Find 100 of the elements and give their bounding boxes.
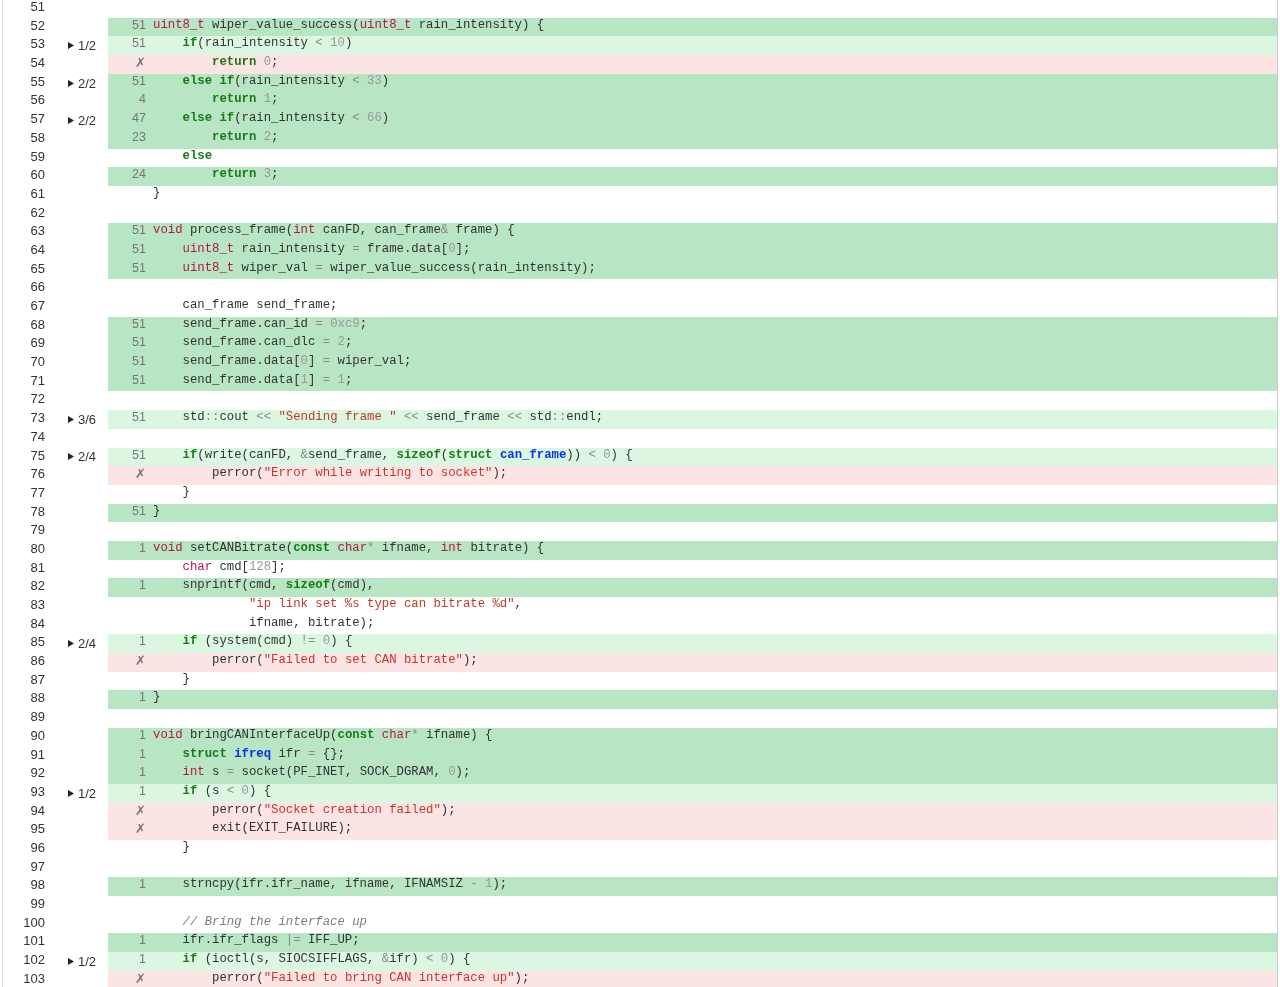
line-number: 84 <box>29 615 45 633</box>
code-line: return 0; <box>211 55 279 72</box>
code-line: else if(rain_intensity < 33) <box>181 73 390 90</box>
line-number: 90 <box>29 727 45 745</box>
code-line: else <box>181 148 213 165</box>
execution-count: 1 <box>138 634 146 651</box>
execution-count: ✗ <box>134 653 146 671</box>
line-number: 83 <box>29 597 45 614</box>
code-line: return 2; <box>211 129 279 146</box>
line-number: 76 <box>29 466 45 484</box>
line-number: 56 <box>29 92 45 110</box>
line-number: 65 <box>29 260 45 278</box>
line-number: 75 <box>29 447 45 465</box>
branch-toggle[interactable]: 2/2 <box>68 75 97 91</box>
code-line: send_frame.data[0] = wiper_val; <box>181 354 412 371</box>
line-number: 94 <box>29 802 45 820</box>
branch-toggle[interactable]: 1/2 <box>68 953 97 969</box>
code-line: void bringCANInterfaceUp(const char* ifname) { <box>153 727 493 744</box>
execution-count: 51 <box>131 223 146 240</box>
caret-icon <box>68 42 74 50</box>
code-line: // Bring the interface up <box>181 914 367 931</box>
code-line: perror("Failed to bring CAN interface up"); <box>211 970 530 987</box>
execution-count: ✗ <box>134 55 146 73</box>
branch-toggle[interactable]: 3/6 <box>68 411 97 427</box>
line-number: 64 <box>29 241 45 259</box>
line-number: 103 <box>22 970 45 987</box>
line-number: 78 <box>29 503 45 521</box>
code-line: if (s < 0) { <box>181 783 272 800</box>
code-line: void process_frame(int canFD, can_frame& frame) { <box>153 223 515 240</box>
line-number: 71 <box>29 372 45 390</box>
code-line: send_frame.data[1] = 1; <box>181 372 353 389</box>
line-number: 57 <box>29 111 45 129</box>
line-number: 81 <box>29 559 45 577</box>
code-line: perror("Socket creation failed"); <box>211 802 456 819</box>
line-number: 68 <box>29 316 45 334</box>
code-line: } <box>153 690 161 707</box>
execution-count: 51 <box>131 335 146 352</box>
line-number: 101 <box>22 933 45 951</box>
caret-icon <box>68 453 74 461</box>
execution-count: ✗ <box>134 466 146 484</box>
execution-count: 1 <box>138 952 146 969</box>
line-number: 95 <box>29 821 45 839</box>
branch-toggle[interactable]: 1/2 <box>68 785 97 801</box>
line-number: 91 <box>29 746 45 764</box>
line-number: 74 <box>29 428 45 446</box>
execution-count: 51 <box>131 241 146 258</box>
line-number: 61 <box>29 185 45 203</box>
branch-toggle[interactable]: 1/2 <box>68 38 97 54</box>
code-line: } <box>181 484 190 501</box>
execution-count: 1 <box>138 746 146 763</box>
execution-count: 1 <box>138 933 146 950</box>
caret-icon <box>68 415 74 423</box>
code-line: } <box>181 839 190 856</box>
code-line: send_frame.can_id = 0xc9; <box>181 316 368 333</box>
branch-toggle[interactable]: 2/4 <box>68 636 97 652</box>
code-line: else if(rain_intensity < 66) <box>181 111 390 128</box>
line-number: 70 <box>29 354 45 372</box>
code-line: uint8_t rain_intensity = frame.data[0]; <box>181 241 471 258</box>
branch-toggle[interactable]: 2/2 <box>68 112 97 128</box>
execution-count: 1 <box>138 727 146 744</box>
line-number: 60 <box>29 167 45 185</box>
execution-count: 1 <box>138 690 146 707</box>
execution-count: 51 <box>131 260 146 277</box>
code-line: perror("Error while writing to socket"); <box>211 466 508 483</box>
execution-count: 1 <box>138 540 146 557</box>
execution-count: 23 <box>131 129 146 146</box>
line-number: 100 <box>22 914 45 932</box>
caret-icon <box>68 957 74 965</box>
code-line: struct ifreq ifr = {}; <box>181 746 345 763</box>
code-line: } <box>153 185 161 202</box>
code-line: if (ioctl(s, SIOCSIFFLAGS, &ifr) < 0) { <box>181 952 471 969</box>
execution-count: ✗ <box>134 970 146 987</box>
execution-count: 51 <box>131 447 146 464</box>
execution-count: 51 <box>131 73 146 90</box>
line-number: 96 <box>29 839 45 857</box>
line-number: 99 <box>29 896 45 913</box>
execution-count: 1 <box>138 783 146 800</box>
code-line: uint8_t wiper_val = wiper_value_success(rain_intensity); <box>181 260 596 277</box>
line-number: 69 <box>29 335 45 353</box>
code-line: "ip link set %s type can bitrate %d", <box>247 597 522 613</box>
execution-count: 51 <box>131 372 146 389</box>
code-line: std::cout << "Sending frame " << send_frame << std::endl; <box>181 410 604 427</box>
execution-count: 24 <box>131 167 146 184</box>
execution-count: 51 <box>131 36 146 53</box>
line-number: 77 <box>29 484 45 502</box>
line-number: 88 <box>29 690 45 708</box>
line-number: 72 <box>29 391 45 409</box>
caret-icon <box>68 789 74 797</box>
code-line: can_frame send_frame; <box>181 298 338 314</box>
execution-count: 51 <box>131 410 146 427</box>
code-line: return 1; <box>211 92 279 109</box>
execution-count: 1 <box>138 765 146 782</box>
code-line: char cmd[128]; <box>181 559 286 576</box>
line-number: 98 <box>29 877 45 895</box>
branch-toggle[interactable]: 2/4 <box>68 449 97 465</box>
code-line: } <box>153 503 161 520</box>
line-number: 97 <box>29 858 45 876</box>
execution-count: 47 <box>131 111 146 128</box>
execution-count: 1 <box>138 877 146 894</box>
code-line: exit(EXIT_FAILURE); <box>211 821 353 838</box>
